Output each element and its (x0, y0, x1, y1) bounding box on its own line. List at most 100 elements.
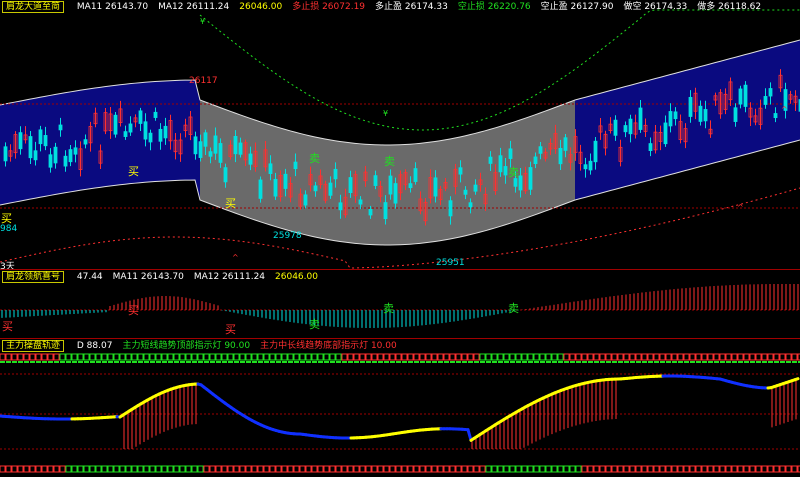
buy-signal: 买 (128, 165, 139, 178)
top-indicator-bar (216, 361, 221, 363)
top-indicator-cell (701, 353, 708, 361)
main-force-header-item: 主力中长线趋势底部指示灯 10.00 (260, 341, 397, 351)
top-indicator-cell (677, 353, 684, 361)
candle-body (198, 141, 203, 158)
bottom-indicator-cell (221, 465, 228, 473)
bottom-indicator-cell (125, 465, 132, 473)
bottom-indicator-cell (299, 465, 306, 473)
bottom-indicator-cell (137, 465, 144, 473)
top-indicator-cell (641, 353, 648, 361)
top-indicator-cell (539, 353, 546, 361)
top-indicator-bar (444, 361, 449, 363)
candle-body (58, 124, 63, 131)
main-chart-panel[interactable]: 肩龙大道至简 MA11 26143.70 MA12 26111.24 26046.0… (0, 0, 800, 270)
top-indicator-cell (563, 353, 570, 361)
bottom-indicator-cell (779, 465, 786, 473)
top-indicator-bar (516, 361, 521, 363)
bottom-indicator-cell (227, 465, 234, 473)
candle-body (623, 125, 628, 133)
candle-body (373, 175, 378, 186)
candle-body (743, 84, 748, 107)
top-indicator-cell (347, 353, 354, 361)
top-indicator-bar (558, 361, 563, 363)
top-indicator-cell (131, 353, 138, 361)
top-indicator-bar (594, 361, 599, 363)
sell-signal: 卖 (508, 302, 519, 315)
top-indicator-bar (108, 361, 113, 363)
top-indicator-cell (293, 353, 300, 361)
candle-body (193, 136, 198, 155)
candle-body (613, 119, 618, 136)
candle-body (393, 183, 398, 204)
top-indicator-cell (0, 353, 6, 361)
candlestick-chart[interactable]: ¥ ¥ ^ ^ ^ (0, 0, 800, 270)
top-indicator-cell (107, 353, 114, 361)
candle-body (293, 161, 298, 170)
bottom-indicator-cell (707, 465, 714, 473)
candle-body (128, 123, 133, 133)
top-indicator-bar (138, 361, 143, 363)
candle-body (663, 122, 668, 145)
bottom-indicator-cell (395, 465, 402, 473)
main-force-panel[interactable]: 主力操盘轨迹 D 88.07 主力短线趋势顶部指示灯 90.00 主力中长线趋势底部… (0, 339, 800, 477)
top-indicator-bar (168, 361, 173, 363)
bottom-indicator-cell (461, 465, 468, 473)
top-indicator-bar (300, 361, 305, 363)
main-force-trajectory-chart[interactable] (0, 339, 800, 477)
top-indicator-bar (234, 361, 239, 363)
candle-body (503, 166, 508, 176)
top-indicator-cell (485, 353, 492, 361)
candle-body (768, 88, 773, 97)
top-indicator-bar (180, 361, 185, 363)
top-indicator-bar (726, 361, 731, 363)
oscillator-title[interactable]: 肩龙领航喜号 (2, 271, 65, 283)
main-header-item: 做空 26174.33 (623, 2, 688, 12)
bottom-indicator-cell (173, 465, 180, 473)
top-indicator-cell (755, 353, 762, 361)
top-indicator-bar (24, 361, 29, 363)
bottom-indicator-cell (155, 465, 162, 473)
top-indicator-bar (18, 361, 23, 363)
bottom-indicator-cell (401, 465, 408, 473)
top-indicator-cell (497, 353, 504, 361)
oscillator-panel[interactable]: 肩龙领航喜号 47.44 MA11 26143.70 MA12 26111.24 26… (0, 270, 800, 338)
candle-body (593, 140, 598, 163)
bottom-indicator-cell (179, 465, 186, 473)
bottom-indicator-cell (11, 465, 18, 473)
top-indicator-cell (533, 353, 540, 361)
top-indicator-cell (389, 353, 396, 361)
candle-body (163, 125, 168, 139)
bottom-indicator-cell (185, 465, 192, 473)
candle-body (358, 199, 363, 205)
top-indicator-cell (773, 353, 780, 361)
candle-body (313, 185, 318, 192)
top-indicator-bar (678, 361, 683, 363)
bottom-indicator-cell (203, 465, 210, 473)
bottom-indicator-cell (389, 465, 396, 473)
candle-body (33, 150, 38, 161)
top-indicator-bar (294, 361, 299, 363)
candle-body (458, 167, 463, 175)
candle-body (73, 147, 78, 155)
bottom-indicator-cell (311, 465, 318, 473)
bottom-indicator-cell (629, 465, 636, 473)
top-indicator-bar (480, 361, 485, 363)
main-indicator-title[interactable]: 肩龙大道至简 (2, 1, 65, 13)
buy-signal: 买 (1, 212, 12, 225)
candle-body (138, 110, 143, 124)
main-force-title[interactable]: 主力操盘轨迹 (2, 340, 65, 352)
bottom-indicator-cell (269, 465, 276, 473)
bottom-indicator-cell (197, 465, 204, 473)
bottom-indicator-cell (353, 465, 360, 473)
bottom-indicator-cell (407, 465, 414, 473)
candle-body (628, 118, 633, 135)
top-indicator-bar (606, 361, 611, 363)
bottom-indicator-cell (719, 465, 726, 473)
main-header-item: 26046.00 (239, 2, 283, 12)
top-indicator-cell (341, 353, 348, 361)
top-indicator-bar (414, 361, 419, 363)
price-low-label-1: 25978 (273, 231, 302, 241)
top-indicator-cell (257, 353, 264, 361)
top-indicator-bar (60, 361, 65, 363)
candle-body (143, 121, 148, 140)
